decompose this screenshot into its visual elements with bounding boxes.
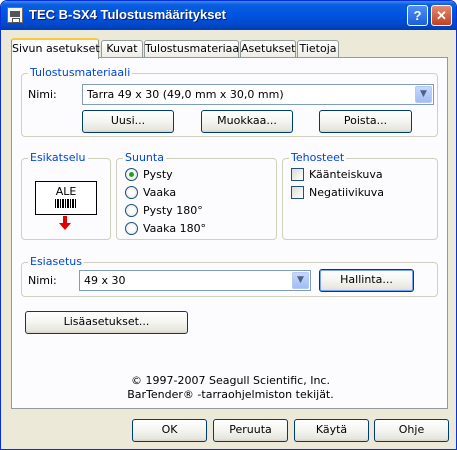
copyright-line-1: © 1997-2007 Seagull Scientific, Inc. xyxy=(131,374,330,387)
media-group-title: Tulostusmateriaali xyxy=(28,66,133,79)
negative-image-checkbox[interactable] xyxy=(291,186,304,199)
close-button[interactable]: ✕ xyxy=(431,5,452,26)
tab-options[interactable]: Asetukset xyxy=(240,40,296,58)
preset-group: Esiasetus Nimi: 49 x 30 ▼ Hallinta... xyxy=(21,255,438,297)
preset-group-title: Esiasetus xyxy=(28,255,84,268)
printer-icon xyxy=(7,7,23,23)
negative-image-label[interactable]: Negatiivikuva xyxy=(309,186,384,199)
delete-media-button[interactable]: Poista... xyxy=(319,110,412,133)
page-setup-panel: Tulostusmateriaali Nimi: Tarra 49 x 30 (… xyxy=(11,57,448,409)
preview-group: Esikatselu ALE xyxy=(21,151,111,240)
help-title-button[interactable]: ? xyxy=(407,5,428,26)
mirror-image-label[interactable]: Käänteiskuva xyxy=(309,168,383,181)
preview-group-title: Esikatselu xyxy=(28,151,88,164)
media-name-label: Nimi: xyxy=(28,88,57,101)
tab-stock[interactable]: Tulostusmateriaali xyxy=(144,40,245,58)
preset-name-label: Nimi: xyxy=(28,274,57,287)
feed-direction-arrow-icon xyxy=(63,216,67,223)
new-media-button[interactable]: Uusi... xyxy=(82,110,174,133)
media-group: Tulostusmateriaali Nimi: Tarra 49 x 30 (… xyxy=(21,66,438,137)
title-bar[interactable]: TEC B-SX4 Tulostusmääritykset ? ✕ xyxy=(1,1,456,30)
apply-button[interactable]: Käytä xyxy=(294,419,369,442)
copyright-line-2: BarTender® -tarraohjelmiston tekijät. xyxy=(127,388,334,401)
orientation-group: Suunta Pysty Vaaka Pysty 180° Vaaka 180° xyxy=(116,151,277,240)
preset-name-combo[interactable]: 49 x 30 ▼ xyxy=(79,270,311,291)
help-button[interactable]: Ohje xyxy=(374,419,449,442)
effects-group: Tehosteet Käänteiskuva Negatiivikuva xyxy=(282,151,438,240)
preset-name-value: 49 x 30 xyxy=(84,274,126,287)
orientation-landscape-label[interactable]: Vaaka xyxy=(143,186,176,199)
chevron-down-icon[interactable]: ▼ xyxy=(292,272,309,289)
mirror-image-checkbox[interactable] xyxy=(291,168,304,181)
orientation-portrait-180-label[interactable]: Pysty 180° xyxy=(143,204,203,217)
orientation-landscape-180-label[interactable]: Vaaka 180° xyxy=(143,222,206,235)
preview-label-text: ALE xyxy=(55,185,77,198)
close-icon: ✕ xyxy=(436,8,447,23)
window-title: TEC B-SX4 Tulostusmääritykset xyxy=(29,7,226,22)
arrow-down-icon xyxy=(59,223,71,230)
orientation-group-title: Suunta xyxy=(123,151,166,164)
orientation-portrait-180-radio[interactable] xyxy=(125,204,138,217)
orientation-landscape-radio[interactable] xyxy=(125,186,138,199)
tab-graphics[interactable]: Kuvat xyxy=(101,40,143,58)
tab-about[interactable]: Tietoja xyxy=(297,40,339,58)
orientation-portrait-label[interactable]: Pysty xyxy=(143,168,173,181)
tab-page-setup[interactable]: Sivun asetukset xyxy=(11,38,100,59)
label-preview: ALE xyxy=(35,181,97,215)
chevron-down-icon[interactable]: ▼ xyxy=(415,86,432,103)
advanced-settings-button[interactable]: Lisäasetukset... xyxy=(25,311,188,334)
ok-button[interactable]: OK xyxy=(132,419,207,442)
media-name-value: Tarra 49 x 30 (49,0 mm x 30,0 mm) xyxy=(87,88,284,101)
question-mark-icon: ? xyxy=(413,8,422,23)
cancel-button[interactable]: Peruuta xyxy=(213,419,288,442)
orientation-landscape-180-radio[interactable] xyxy=(125,222,138,235)
edit-media-button[interactable]: Muokkaa... xyxy=(201,110,293,133)
effects-group-title: Tehosteet xyxy=(289,151,347,164)
barcode-icon xyxy=(55,199,77,208)
print-settings-dialog: TEC B-SX4 Tulostusmääritykset ? ✕ Sivun … xyxy=(0,0,457,450)
manage-presets-button[interactable]: Hallinta... xyxy=(319,269,414,292)
orientation-portrait-radio[interactable] xyxy=(125,168,138,181)
media-name-combo[interactable]: Tarra 49 x 30 (49,0 mm x 30,0 mm) ▼ xyxy=(82,84,434,105)
